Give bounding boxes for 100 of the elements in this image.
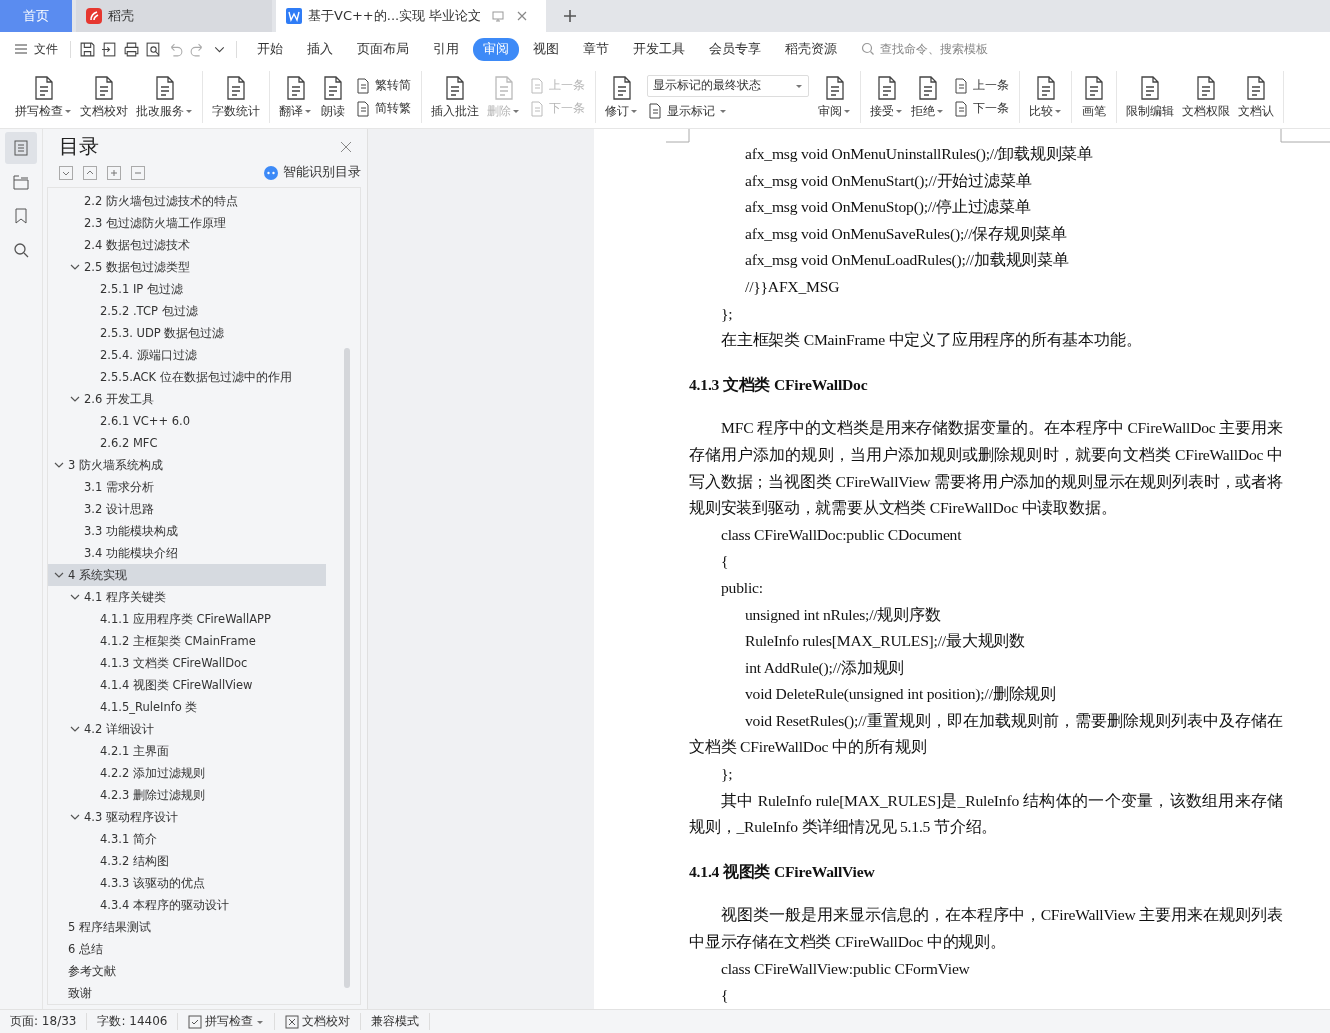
dropdown-value: 显示标记的最终状态 — [653, 77, 761, 94]
button-label: 翻译 — [279, 102, 303, 120]
ribbon-button[interactable]: 修订 — [602, 72, 641, 122]
code-line: unsigned int nRules;//规则序数 — [744, 604, 942, 625]
toc-item[interactable]: 4.2.3 删除过滤规则 — [48, 784, 358, 806]
spell-check-button[interactable]: 拼写检查 — [188, 1013, 276, 1030]
toc-item[interactable]: 2.5.3. UDP 数据包过滤 — [48, 322, 358, 344]
toc-item[interactable]: 4.2.2 添加过滤规则 — [48, 762, 358, 784]
ribbon-tab[interactable]: 稻壳资源 — [775, 37, 847, 61]
ribbon-tab[interactable]: 页面布局 — [347, 37, 419, 61]
code-line: void DeleteRule(unsigned int position);//删除规则 — [744, 684, 1057, 705]
code-line: public: — [720, 577, 764, 598]
toc-item[interactable]: 2.5.5.ACK 位在数据包过滤中的作用 — [48, 366, 358, 388]
ribbon-tab[interactable]: 章节 — [573, 37, 619, 61]
toc-item[interactable]: 4.1.4 视图类 CFireWallView — [48, 674, 358, 696]
file-label: 文件 — [34, 40, 58, 58]
compat-mode: 兼容模式 — [371, 1013, 431, 1030]
panel-title: 目录 — [59, 133, 99, 160]
toc-item[interactable]: 2.5.1 IP 包过滤 — [48, 278, 358, 300]
ribbon-button[interactable]: 拒绝 — [908, 72, 947, 122]
command-search[interactable]: 查找命令、搜索模板 — [861, 41, 1022, 57]
file-menu[interactable]: 文件 — [14, 40, 71, 58]
toc-item[interactable]: 致谢 — [48, 982, 326, 1004]
button-label: 修订 — [605, 102, 629, 120]
button-label: 比较 — [1029, 102, 1053, 120]
toc-item[interactable]: 4 系统实现 — [48, 564, 326, 586]
toc-item[interactable]: 2.6.1 VC++ 6.0 — [48, 410, 358, 432]
toc-item[interactable]: 4.1 程序关键类 — [48, 586, 342, 608]
ribbon-button[interactable]: 上一条 — [953, 77, 1009, 94]
toc-item[interactable]: 6 总结 — [48, 938, 326, 960]
show-markup-button[interactable]: 显示标记 — [647, 102, 809, 120]
toc-item[interactable]: 4.1.5_RuleInfo 类 — [48, 696, 358, 718]
ribbon-tab[interactable]: 会员专享 — [699, 37, 771, 61]
ribbon-button[interactable]: 比较 — [1026, 72, 1065, 122]
ribbon-button[interactable]: 朗读 — [317, 72, 349, 122]
code-line: class CFireWallDoc:public CDocument — [720, 524, 963, 545]
toc-item[interactable]: 4.2 详细设计 — [48, 718, 342, 740]
ribbon-button[interactable]: 繁转简 — [355, 77, 411, 94]
button-label: 拼写检查 — [15, 102, 63, 120]
toc-item[interactable]: 2.6 开发工具 — [48, 388, 342, 410]
toc-item[interactable]: 3.4 功能模块介绍 — [48, 542, 342, 564]
ribbon-button[interactable]: 字数统计 — [209, 72, 263, 122]
ribbon-button[interactable]: 画笔 — [1078, 72, 1110, 122]
toc-item[interactable]: 4.1.3 文档类 CFireWallDoc — [48, 652, 358, 674]
toc-item[interactable]: 3.2 设计思路 — [48, 498, 342, 520]
toc-item[interactable]: 4.3.2 结构图 — [48, 850, 358, 872]
code-line: { — [720, 551, 730, 572]
toc-item[interactable]: 2.3 包过滤防火墙工作原理 — [48, 212, 342, 234]
button-label: 字数统计 — [212, 102, 260, 120]
button-label: 限制编辑 — [1126, 102, 1174, 120]
toc-item[interactable]: 4.3 驱动程序设计 — [48, 806, 342, 828]
section-heading: 4.1.3 文档类 CFireWallDoc — [689, 374, 869, 395]
toc-item[interactable]: 2.6.2 MFC — [48, 432, 358, 454]
ribbon-button[interactable]: 审阅 — [815, 72, 854, 122]
toc-item[interactable]: 4.3.3 该驱动的优点 — [48, 872, 358, 894]
word-count: 字数: 14406 — [97, 1013, 179, 1030]
markup-dropdown[interactable]: 显示标记的最终状态 — [647, 74, 809, 97]
toc-item[interactable]: 5 程序结果测试 — [48, 916, 326, 938]
code-line: afx_msg void OnMenuUninstallRules();//卸载规则菜单 — [744, 144, 1094, 164]
docer-tab[interactable]: 稻壳 — [76, 0, 272, 32]
ribbon-tab[interactable]: 开发工具 — [623, 37, 695, 61]
toc-item[interactable]: 3.1 需求分析 — [48, 476, 342, 498]
ribbon-button[interactable]: 批改服务 — [133, 72, 196, 122]
ribbon-tab[interactable]: 视图 — [523, 37, 569, 61]
ribbon-button[interactable]: 简转繁 — [355, 100, 411, 117]
ribbon-button[interactable]: 文档校对 — [77, 72, 131, 122]
button-label: 批改服务 — [136, 102, 184, 120]
toc-item[interactable]: 4.1.1 应用程序类 CFireWallAPP — [48, 608, 358, 630]
toc-item[interactable]: 4.3.1 简介 — [48, 828, 358, 850]
document-tab[interactable]: 基于VC++的...实现 毕业论文 — [276, 0, 546, 32]
toc-item[interactable]: 参考文献 — [48, 960, 326, 982]
toc-item[interactable]: 4.2.1 主界面 — [48, 740, 358, 762]
toc-item[interactable]: 4.1.2 主框架类 CMainFrame — [48, 630, 358, 652]
toc-item[interactable]: 3 防火墙系统构成 — [48, 454, 326, 476]
ribbon-button[interactable]: 插入批注 — [428, 72, 482, 122]
toc-item[interactable]: 2.4 数据包过滤技术 — [48, 234, 342, 256]
ribbon-button[interactable]: 翻译 — [276, 72, 315, 122]
code-line: class CFireWallView:public CFormView — [720, 958, 971, 979]
toc-item[interactable]: 2.2 防火墙包过滤技术的特点 — [48, 190, 342, 212]
toc-item[interactable]: 3.3 功能模块构成 — [48, 520, 342, 542]
button-label: 接受 — [870, 102, 894, 120]
toc-item[interactable]: 2.5 数据包过滤类型 — [48, 256, 342, 278]
proofread-button[interactable]: 文档校对 — [285, 1013, 362, 1030]
body-paragraph: MFC 程序中的文档类是用来存储数据变量的。在本程序中 CFireWallDoc 主要用来存储用户添加的规则，当用户添加规则或删除规则时，就要向文档类 CFireWallDoc 中写入数据；当视图类 CFireWallView 需要将用户添加的规则显示在规则列表时，或者将规则安装到驱动，就需要从文档类 CFireWallDoc 中读取数据。 — [689, 418, 1283, 519]
button-label: 朗读 — [321, 102, 345, 120]
ribbon-tab[interactable]: 开始 — [247, 37, 293, 61]
code-line: { — [720, 985, 730, 1006]
ribbon-button[interactable]: 文档权限 — [1179, 72, 1233, 122]
toc-item[interactable]: 4.3.4 本程序的驱动设计 — [48, 894, 358, 916]
ribbon-button[interactable]: 文档认 — [1235, 72, 1277, 122]
toc-item[interactable]: 2.5.2 .TCP 包过滤 — [48, 300, 358, 322]
toc-item[interactable]: 2.5.4. 源端口过滤 — [48, 344, 358, 366]
ribbon-button[interactable]: 接受 — [867, 72, 906, 122]
ribbon-tab[interactable]: 引用 — [423, 37, 469, 61]
ribbon-button[interactable]: 拼写检查 — [12, 72, 75, 122]
ribbon-button[interactable]: 限制编辑 — [1123, 72, 1177, 122]
ribbon-tab[interactable]: 插入 — [297, 37, 343, 61]
ribbon-button[interactable]: 下一条 — [953, 100, 1009, 117]
button-label: 插入批注 — [431, 102, 479, 120]
smart-toc-button[interactable]: 智能识别目录 — [263, 164, 361, 181]
